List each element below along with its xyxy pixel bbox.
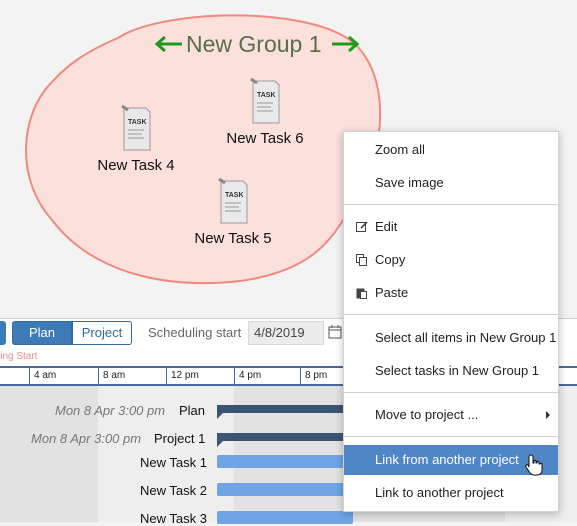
copy-icon xyxy=(356,254,367,266)
time-tick: 4 pm xyxy=(234,368,261,384)
calendar-icon[interactable] xyxy=(328,325,342,339)
view-toggle-left-edge[interactable] xyxy=(0,321,6,345)
menu-item-select-tasks-in-group[interactable]: Select tasks in New Group 1 xyxy=(344,356,558,386)
svg-text:TASK: TASK xyxy=(257,92,276,99)
row-name: New Task 1 xyxy=(140,455,207,470)
menu-separator xyxy=(344,204,558,205)
menu-separator xyxy=(344,436,558,437)
task-document-icon: TASK xyxy=(121,104,151,151)
menu-item-copy[interactable]: Copy xyxy=(344,245,558,275)
task-label: New Task 4 xyxy=(97,157,175,174)
task-node-6[interactable]: TASK New Task 6 xyxy=(221,77,309,147)
row-date: Mon 8 Apr 3:00 pm xyxy=(31,431,142,446)
svg-text:TASK: TASK xyxy=(128,119,147,126)
summary-bar-cap xyxy=(217,441,223,447)
row-date: Mon 8 Apr 3:00 pm xyxy=(55,403,166,418)
group-title[interactable]: New Group 1 xyxy=(186,31,322,58)
time-tick: 4 am xyxy=(29,368,56,384)
paste-icon xyxy=(356,288,367,299)
arrow-right-icon xyxy=(332,36,360,52)
row-name: New Task 2 xyxy=(140,483,207,498)
project-view-button[interactable]: Project xyxy=(72,321,132,345)
row-name: Project 1 xyxy=(154,431,206,446)
menu-item-zoom-all[interactable]: Zoom all xyxy=(344,135,558,165)
menu-separator xyxy=(344,314,558,315)
menu-item-save-image[interactable]: Save image xyxy=(344,168,558,198)
plan-view-button[interactable]: Plan xyxy=(12,321,72,345)
summary-bar-cap xyxy=(217,413,223,419)
time-tick: 12 pm xyxy=(166,368,199,384)
menu-item-link-to-project[interactable]: Link to another project xyxy=(344,478,558,508)
submenu-arrow-icon xyxy=(546,411,550,419)
task-bar[interactable] xyxy=(217,455,347,468)
menu-item-paste[interactable]: Paste xyxy=(344,278,558,308)
row-name: New Task 3 xyxy=(140,511,207,526)
summary-bar[interactable] xyxy=(217,433,347,441)
menu-item-move-to-project[interactable]: Move to project ... xyxy=(344,400,558,430)
row-name: Plan xyxy=(179,403,206,418)
task-label: New Task 5 xyxy=(194,230,272,247)
task-bar[interactable] xyxy=(217,483,347,496)
menu-item-select-all-in-group[interactable]: Select all items in New Group 1 xyxy=(344,323,558,353)
scheduling-start-input[interactable]: 4/8/2019 xyxy=(248,321,324,345)
menu-separator xyxy=(344,392,558,393)
summary-bar[interactable] xyxy=(217,405,347,413)
hand-cursor-icon xyxy=(525,454,543,476)
task-document-icon: TASK xyxy=(250,77,280,124)
svg-text:TASK: TASK xyxy=(225,192,244,199)
arrow-left-icon xyxy=(154,36,182,52)
time-tick: 8 am xyxy=(98,368,125,384)
task-label: New Task 6 xyxy=(226,130,304,147)
task-bar[interactable] xyxy=(217,511,353,524)
task-node-4[interactable]: TASK New Task 4 xyxy=(92,104,180,174)
task-node-5[interactable]: TASK New Task 5 xyxy=(189,177,277,247)
scheduling-start-marker: ling Start xyxy=(0,351,38,362)
edit-icon xyxy=(356,221,368,232)
menu-item-edit[interactable]: Edit xyxy=(344,212,558,242)
scheduling-start-label: Scheduling start xyxy=(148,325,242,340)
time-tick: 8 pm xyxy=(300,368,327,384)
task-document-icon: TASK xyxy=(218,177,248,224)
